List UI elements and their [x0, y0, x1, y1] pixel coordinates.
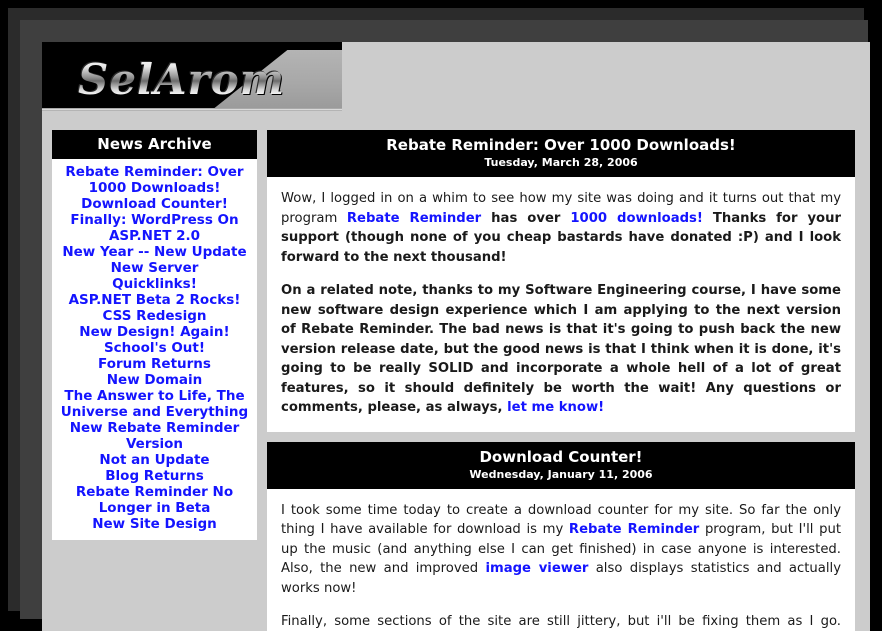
article-paragraph: Finally, some sections of the site are s… [281, 612, 841, 631]
sidebar-item-answer-to-life[interactable]: The Answer to Life, The Universe and Eve… [58, 388, 251, 420]
link-rebate-reminder[interactable]: Rebate Reminder [347, 211, 481, 226]
text-run: Finally, some sections of the site are s… [281, 614, 841, 631]
sidebar-item-new-year-new-update[interactable]: New Year -- New Update [58, 244, 251, 260]
article-rebate-reminder-downloads: Rebate Reminder: Over 1000 Downloads! Tu… [267, 130, 855, 432]
news-archive-sidebar: News Archive Rebate Reminder: Over 1000 … [52, 130, 257, 540]
text-run: has over [481, 211, 570, 226]
article-date: Tuesday, March 28, 2006 [275, 155, 847, 170]
window-frame-outer: SelArom News Archive Rebate Reminder: Ov… [8, 8, 864, 611]
link-let-me-know[interactable]: let me know! [507, 400, 604, 415]
article-body: I took some time today to create a downl… [267, 489, 855, 631]
article-paragraph: I took some time today to create a downl… [281, 501, 841, 599]
window-frame-inner: SelArom News Archive Rebate Reminder: Ov… [20, 20, 868, 619]
article-paragraph: Wow, I logged in on a whim to see how my… [281, 189, 841, 267]
article-header: Download Counter! Wednesday, January 11,… [267, 442, 855, 489]
article-body: Wow, I logged in on a whim to see how my… [267, 177, 855, 432]
sidebar-item-rebate-reminder-1000-downloads[interactable]: Rebate Reminder: Over 1000 Downloads! [58, 164, 251, 196]
article-list: Rebate Reminder: Over 1000 Downloads! Tu… [267, 130, 855, 631]
sidebar-item-new-site-design[interactable]: New Site Design [58, 516, 251, 532]
browser-window: SelArom News Archive Rebate Reminder: Ov… [0, 0, 882, 611]
article-download-counter: Download Counter! Wednesday, January 11,… [267, 442, 855, 631]
sidebar-item-new-server[interactable]: New Server [58, 260, 251, 276]
banner-divider-rule [42, 108, 342, 111]
sidebar-item-aspnet-beta-2-rocks[interactable]: ASP.NET Beta 2 Rocks! [58, 292, 251, 308]
sidebar-item-rebate-reminder-no-longer-beta[interactable]: Rebate Reminder No Longer in Beta [58, 484, 251, 516]
sidebar-item-blog-returns[interactable]: Blog Returns [58, 468, 251, 484]
page-viewport: SelArom News Archive Rebate Reminder: Ov… [42, 42, 870, 631]
site-logo[interactable]: SelArom [78, 56, 285, 104]
site-banner: SelArom [42, 42, 870, 114]
sidebar-item-new-domain[interactable]: New Domain [58, 372, 251, 388]
sidebar-item-schools-out[interactable]: School's Out! [58, 340, 251, 356]
sidebar-item-finally-wordpress-aspnet[interactable]: Finally: WordPress On ASP.NET 2.0 [58, 212, 251, 244]
text-run: On a related note, thanks to my Software… [281, 283, 841, 415]
news-archive-title: News Archive [52, 130, 257, 159]
sidebar-item-forum-returns[interactable]: Forum Returns [58, 356, 251, 372]
sidebar-item-css-redesign[interactable]: CSS Redesign [58, 308, 251, 324]
article-title: Rebate Reminder: Over 1000 Downloads! [275, 136, 847, 154]
article-date: Wednesday, January 11, 2006 [275, 467, 847, 482]
article-header: Rebate Reminder: Over 1000 Downloads! Tu… [267, 130, 855, 177]
article-title: Download Counter! [275, 448, 847, 466]
link-rebate-reminder[interactable]: Rebate Reminder [569, 522, 699, 537]
news-archive-list: Rebate Reminder: Over 1000 Downloads! Do… [52, 159, 257, 540]
link-image-viewer[interactable]: image viewer [485, 561, 588, 576]
link-1000-downloads[interactable]: 1000 downloads! [570, 211, 703, 226]
sidebar-item-new-design-again[interactable]: New Design! Again! [58, 324, 251, 340]
article-paragraph: On a related note, thanks to my Software… [281, 281, 841, 418]
sidebar-item-download-counter[interactable]: Download Counter! [58, 196, 251, 212]
sidebar-item-quicklinks[interactable]: Quicklinks! [58, 276, 251, 292]
sidebar-item-not-an-update[interactable]: Not an Update [58, 452, 251, 468]
sidebar-item-new-rebate-reminder-version[interactable]: New Rebate Reminder Version [58, 420, 251, 452]
